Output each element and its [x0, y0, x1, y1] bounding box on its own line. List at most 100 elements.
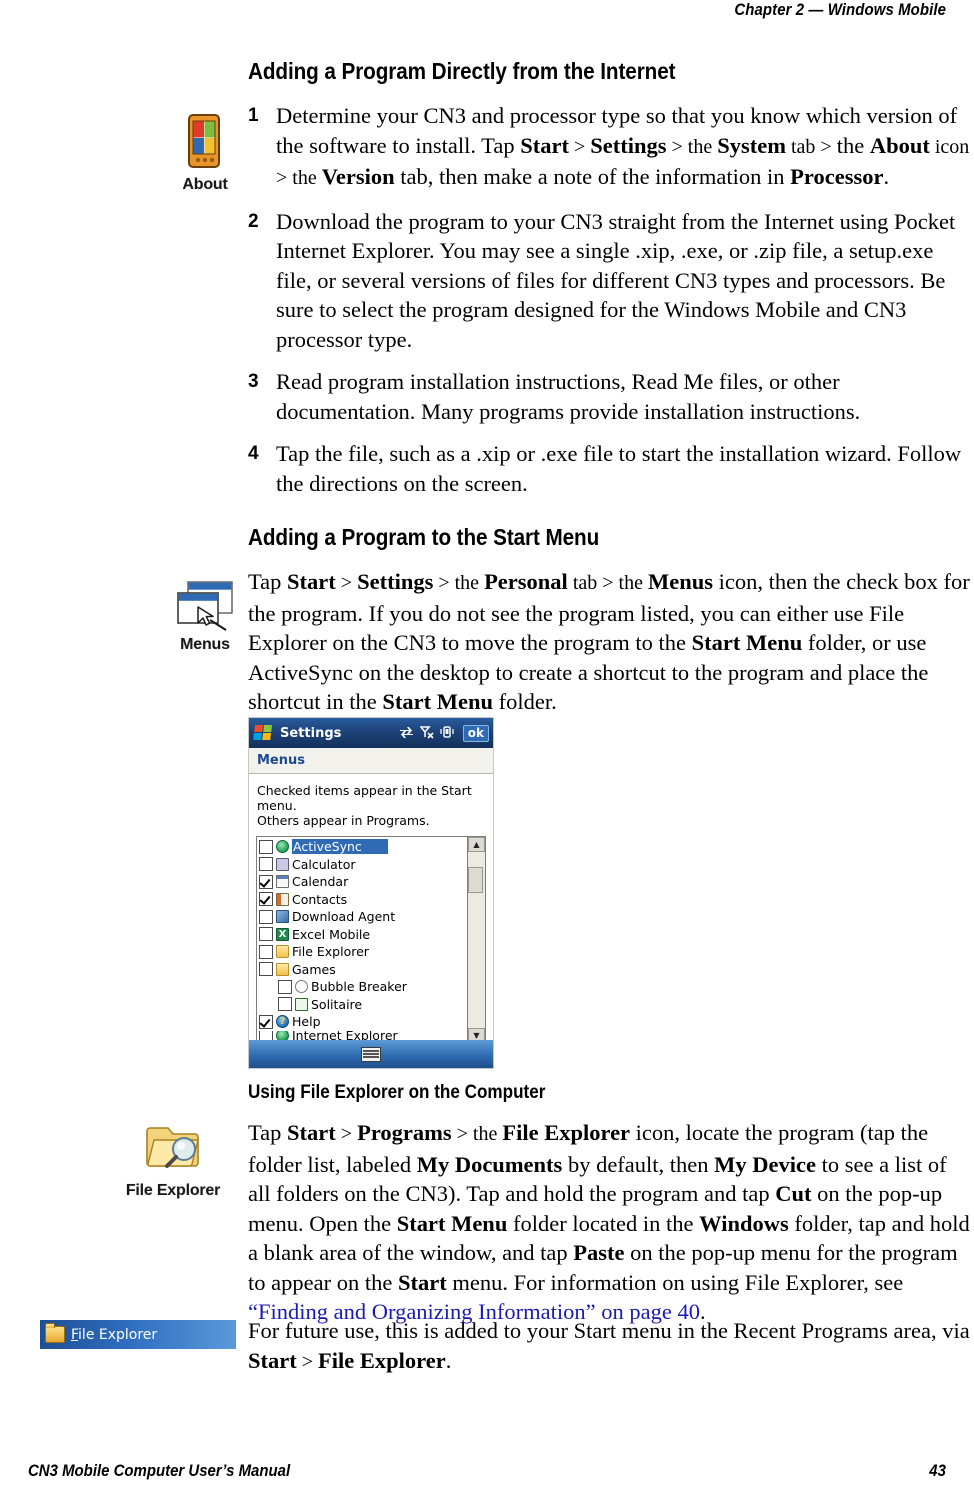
separator: > the	[666, 135, 718, 158]
text-run: menu. For information on using File Expl…	[446, 1269, 904, 1295]
menus-icon-caption: Menus	[180, 636, 230, 653]
emphasis-term: Paste	[573, 1240, 625, 1265]
menus-icon	[177, 581, 233, 631]
separator: >	[335, 1123, 358, 1145]
checkbox[interactable]	[259, 962, 273, 977]
checkbox[interactable]	[259, 874, 273, 889]
scroll-up-button[interactable]: ▲	[468, 837, 485, 852]
activesync-icon	[276, 840, 289, 854]
program-list-row[interactable]: Download Agent	[258, 908, 467, 926]
step-number: 2	[248, 210, 259, 232]
program-list-row[interactable]: Calculator	[258, 856, 467, 874]
step-text: Tap the file, such as a .xip or .exe fil…	[276, 441, 961, 496]
bubble-icon	[295, 980, 308, 994]
windows-flag-icon[interactable]	[253, 724, 274, 742]
program-list-row[interactable]: Solitaire	[258, 996, 467, 1014]
text-run: .	[883, 164, 890, 189]
about-icon-caption: About	[182, 176, 228, 193]
step-text: Read program installation instructions, …	[276, 369, 860, 424]
checkbox[interactable]	[259, 909, 273, 924]
pocketpc-scrollbar[interactable]: ▲ ▼	[467, 837, 485, 1043]
checkbox[interactable]	[259, 944, 273, 959]
separator: > the	[451, 1123, 503, 1145]
emphasis-term: Start	[397, 1269, 447, 1295]
download-icon	[276, 910, 289, 924]
checkbox[interactable]	[259, 1030, 273, 1040]
activesync-tray-icon[interactable]	[399, 726, 414, 741]
checkbox[interactable]	[278, 997, 292, 1012]
instruction-line-1: Checked items appear in the Start menu.	[257, 783, 472, 813]
text-run: Read program installation instructions, …	[276, 369, 861, 424]
emphasis-term: Processor	[790, 164, 884, 189]
file-explorer-icon	[146, 1127, 199, 1168]
text-run: Tap	[248, 569, 288, 594]
separator: >	[568, 135, 591, 158]
scrollbar-track[interactable]	[468, 852, 485, 1028]
program-label: Bubble Breaker	[311, 979, 407, 995]
checkbox[interactable]	[259, 839, 273, 854]
section-heading-adding-program-start-menu: Adding a Program to the Start Menu	[248, 524, 600, 550]
calculator-icon	[276, 857, 289, 871]
emphasis-term: Start	[520, 132, 569, 158]
checkbox[interactable]	[278, 979, 292, 994]
checkbox[interactable]	[259, 857, 273, 872]
program-list-row[interactable]: Calendar	[258, 873, 467, 891]
ok-button[interactable]: ok	[462, 724, 489, 742]
program-list-row[interactable]: X Excel Mobile	[258, 926, 467, 944]
program-list-row[interactable]: File Explorer	[258, 943, 467, 961]
emphasis-term: System	[717, 132, 786, 158]
separator: tab >	[785, 135, 837, 158]
paragraph-future-use: For future use, this is added to your St…	[248, 1316, 974, 1377]
start-menu-file-explorer-label: File Explorer	[71, 1327, 157, 1343]
pocketpc-program-list[interactable]: ActiveSync Calculator Calendar Contacts Down…	[256, 836, 486, 1044]
help-icon: ?	[276, 1015, 289, 1029]
numbered-step: 3 Read program installation instructions,…	[248, 367, 974, 426]
emphasis-term: Programs	[357, 1120, 452, 1145]
program-label: Contacts	[292, 891, 348, 907]
signal-off-icon[interactable]	[419, 725, 434, 741]
folder-icon	[276, 945, 289, 959]
checkbox[interactable]	[259, 927, 273, 942]
program-list-row[interactable]: ? Help	[258, 1013, 467, 1031]
paragraph-adding-program-start-menu: Tap Start > Settings > the Personal tab …	[248, 567, 974, 717]
scrollbar-thumb[interactable]	[468, 867, 483, 893]
step-number: 4	[248, 443, 259, 464]
pocketpc-instruction-text: Checked items appear in the Start menu. …	[249, 774, 493, 836]
keyboard-sip-icon[interactable]	[361, 1046, 381, 1062]
emphasis-term: Start	[248, 1347, 297, 1373]
step-number: 3	[248, 371, 259, 392]
emphasis-term: File Explorer	[318, 1347, 446, 1373]
program-list-row[interactable]: ActiveSync	[258, 838, 467, 856]
checkbox[interactable]	[259, 892, 273, 907]
program-label: Solitaire	[311, 996, 363, 1012]
program-label: Calendar	[292, 874, 349, 890]
program-list-row[interactable]: Bubble Breaker	[258, 978, 467, 996]
checkbox[interactable]	[259, 1014, 273, 1029]
separator: tab > the	[567, 572, 648, 594]
menus-icon-figure: Menus	[162, 578, 248, 654]
program-list-row[interactable]: Internet Explorer	[258, 1030, 467, 1040]
pocketpc-subheader: Menus	[249, 748, 493, 774]
program-list-row[interactable]: Games	[258, 961, 467, 979]
label-rest: ile Explorer	[78, 1326, 158, 1343]
emphasis-term: Menus	[647, 569, 713, 594]
running-head: Chapter 2 — Windows Mobile	[734, 0, 946, 19]
program-list-row[interactable]: Contacts	[258, 891, 467, 909]
emphasis-term: Start Menu	[396, 1210, 508, 1236]
numbered-step: 1 Determine your CN3 and processor type s…	[248, 101, 974, 194]
accesskey-letter: F	[71, 1326, 79, 1343]
pocketpc-system-tray: ok	[399, 724, 489, 742]
start-menu-file-explorer-item[interactable]: File Explorer	[40, 1320, 236, 1349]
contacts-icon	[276, 892, 289, 906]
footer-title: CN3 Mobile Computer User’s Manual	[28, 1461, 291, 1480]
emphasis-term: Start	[287, 1120, 336, 1145]
program-label: Games	[292, 961, 336, 977]
content-column-final: For future use, this is added to your St…	[248, 1316, 974, 1390]
content-column: Adding a Program Directly from the Inter…	[248, 58, 974, 730]
volume-icon[interactable]	[440, 725, 454, 741]
emphasis-term: Start Menu	[382, 689, 493, 714]
pocketpc-program-list-items[interactable]: ActiveSync Calculator Calendar Contacts Down…	[257, 837, 467, 1043]
program-label: Internet Explorer	[292, 1030, 398, 1040]
content-column-lower: Using File Explorer on the Computer Tap …	[248, 1082, 974, 1338]
separator: > the	[433, 572, 485, 594]
